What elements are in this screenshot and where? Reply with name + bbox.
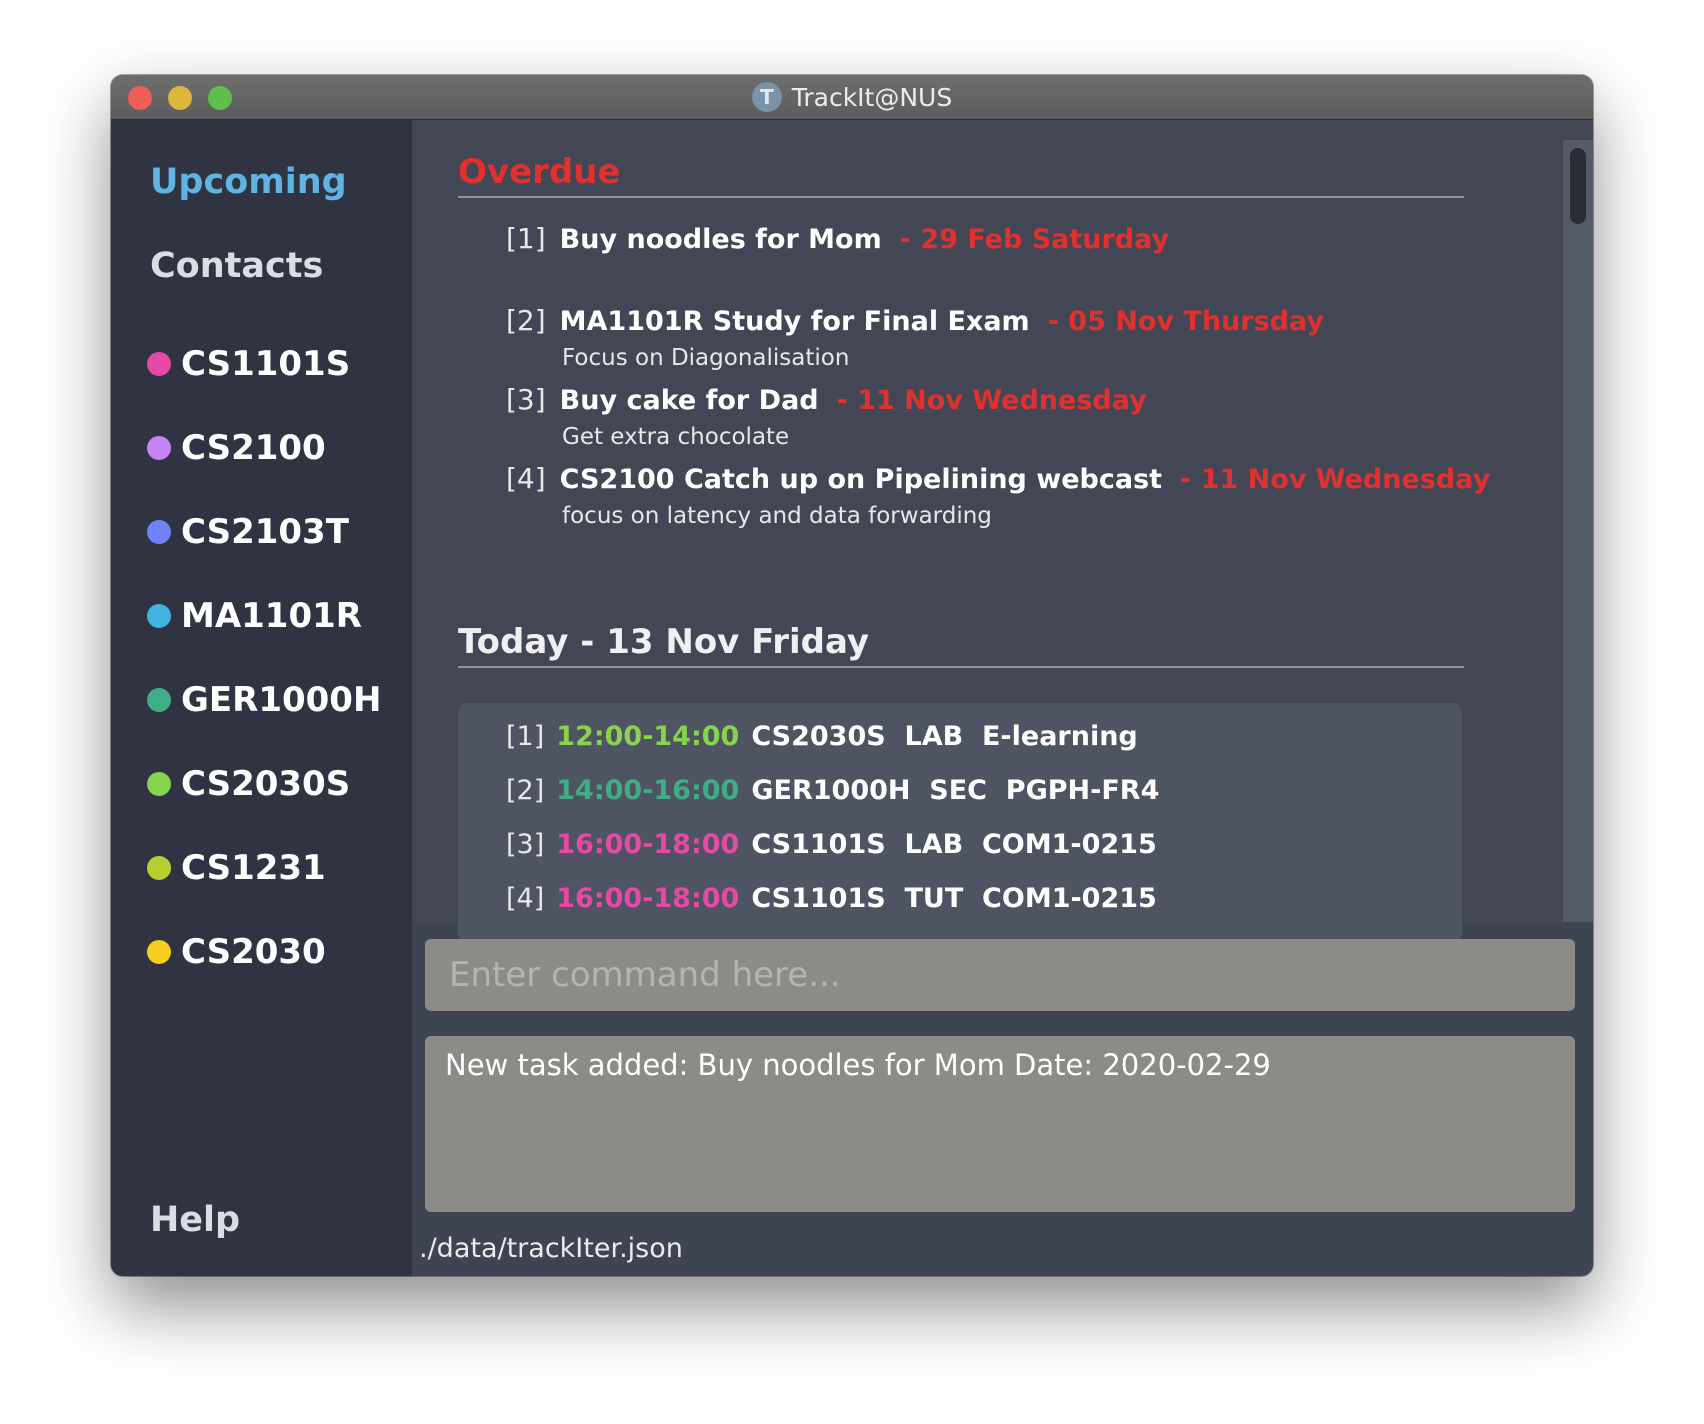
lesson-row: [1] 12:00-14:00 CS2030S LAB E-learning: [506, 721, 1138, 752]
module-item-ma1101r[interactable]: MA1101R: [147, 574, 381, 658]
overdue-task: [4] CS2100 Catch up on Pipelining webcast…: [506, 462, 1490, 529]
module-label: CS1231: [181, 848, 326, 888]
module-label: GER1000H: [181, 680, 382, 720]
lesson-index: [4]: [506, 883, 545, 914]
module-item-cs1101s[interactable]: CS1101S: [147, 322, 381, 406]
nav-contacts[interactable]: Contacts: [150, 246, 323, 286]
app-window: T TrackIt@NUS Upcoming Contacts CS1101S C…: [111, 75, 1593, 1276]
task-name: MA1101R Study for Final Exam: [559, 306, 1030, 337]
lesson-info: CS1101S LAB COM1-0215: [751, 829, 1157, 860]
nav-help[interactable]: Help: [150, 1200, 240, 1240]
task-date: - 05 Nov Thursday: [1047, 306, 1324, 337]
module-label: MA1101R: [181, 596, 362, 636]
lesson-row: [3] 16:00-18:00 CS1101S LAB COM1-0215: [506, 829, 1157, 860]
module-color-dot-icon: [147, 352, 171, 376]
module-item-cs2030[interactable]: CS2030: [147, 910, 381, 994]
lesson-info: GER1000H SEC PGPH-FR4: [751, 775, 1160, 806]
result-display: New task added: Buy noodles for Mom Date…: [425, 1036, 1575, 1212]
task-index: [2]: [506, 304, 546, 337]
module-item-cs2103t[interactable]: CS2103T: [147, 490, 381, 574]
module-item-cs2030s[interactable]: CS2030S: [147, 742, 381, 826]
module-label: CS2030S: [181, 764, 351, 804]
status-bar-path: ./data/trackIter.json: [419, 1233, 683, 1264]
overdue-title: Overdue: [458, 152, 1464, 198]
module-label: CS2100: [181, 428, 326, 468]
module-item-cs2100[interactable]: CS2100: [147, 406, 381, 490]
window-title-wrap: T TrackIt@NUS: [111, 75, 1593, 119]
task-date: - 11 Nov Wednesday: [1180, 464, 1491, 495]
task-description: Focus on Diagonalisation: [562, 345, 850, 371]
lesson-index: [3]: [506, 829, 545, 860]
overdue-task: [2] MA1101R Study for Final Exam - 05 Nov …: [506, 304, 1324, 371]
task-date: - 29 Feb Saturday: [899, 224, 1170, 255]
lesson-time: 12:00-14:00: [556, 721, 740, 752]
overdue-task: [1] Buy noodles for Mom - 29 Feb Saturday: [506, 222, 1169, 255]
task-description: Get extra chocolate: [562, 424, 790, 450]
task-name: Buy noodles for Mom: [559, 224, 882, 255]
task-name: Buy cake for Dad: [559, 385, 819, 416]
module-label: CS2030: [181, 932, 326, 972]
window-title: TrackIt@NUS: [791, 82, 953, 112]
sidebar: Upcoming Contacts CS1101S CS2100 CS2103T MA…: [111, 120, 412, 1276]
lesson-row: [2] 14:00-16:00 GER1000H SEC PGPH-FR4: [506, 775, 1159, 806]
module-color-dot-icon: [147, 772, 171, 796]
module-label: CS2103T: [181, 512, 349, 552]
lesson-index: [1]: [506, 721, 545, 752]
module-label: CS1101S: [181, 344, 351, 384]
scrollbar-thumb[interactable]: [1570, 148, 1586, 224]
module-color-dot-icon: [147, 688, 171, 712]
task-index: [1]: [506, 222, 546, 255]
lesson-time: 16:00-18:00: [556, 829, 740, 860]
nav-upcoming[interactable]: Upcoming: [150, 162, 347, 202]
lesson-time: 14:00-16:00: [556, 775, 740, 806]
lesson-index: [2]: [506, 775, 545, 806]
scrollbar[interactable]: [1563, 140, 1593, 922]
lesson-info: CS2030S LAB E-learning: [751, 721, 1138, 752]
module-list: CS1101S CS2100 CS2103T MA1101R GER1000H CS203…: [147, 322, 381, 994]
today-lessons-box: [1] 12:00-14:00 CS2030S LAB E-learning [2] 1…: [458, 703, 1462, 943]
today-title: Today - 13 Nov Friday: [458, 622, 1464, 668]
result-text: New task added: Buy noodles for Mom Date…: [445, 1048, 1271, 1082]
task-name: CS2100 Catch up on Pipelining webcast: [559, 464, 1163, 495]
module-item-ger1000h[interactable]: GER1000H: [147, 658, 381, 742]
task-description: focus on latency and data forwarding: [562, 503, 992, 529]
lesson-time: 16:00-18:00: [556, 883, 740, 914]
app-icon: T: [751, 82, 782, 112]
task-index: [4]: [506, 462, 546, 495]
lesson-row: [4] 16:00-18:00 CS1101S TUT COM1-0215: [506, 883, 1157, 914]
module-color-dot-icon: [147, 856, 171, 880]
main-panel: Overdue [1] Buy noodles for Mom - 29 Feb S…: [412, 120, 1593, 943]
title-bar: T TrackIt@NUS: [111, 75, 1593, 120]
overdue-task: [3] Buy cake for Dad - 11 Nov Wednesday Get…: [506, 383, 1147, 450]
module-color-dot-icon: [147, 520, 171, 544]
module-color-dot-icon: [147, 604, 171, 628]
module-item-cs1231[interactable]: CS1231: [147, 826, 381, 910]
task-index: [3]: [506, 383, 546, 416]
task-date: - 11 Nov Wednesday: [836, 385, 1147, 416]
command-input[interactable]: [425, 939, 1575, 1011]
module-color-dot-icon: [147, 436, 171, 460]
lesson-info: CS1101S TUT COM1-0215: [751, 883, 1157, 914]
module-color-dot-icon: [147, 940, 171, 964]
